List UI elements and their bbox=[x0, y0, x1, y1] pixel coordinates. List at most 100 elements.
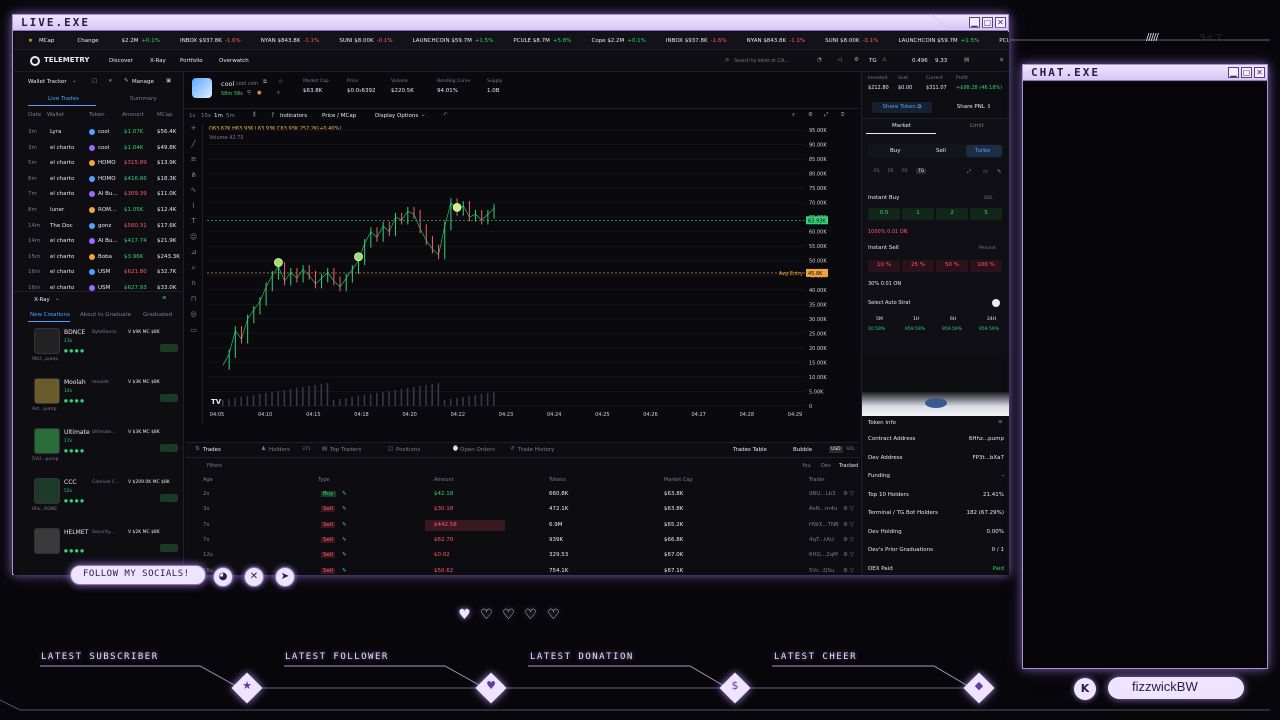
profile-icon[interactable]: ⍝ bbox=[1000, 57, 1003, 64]
nav-link-discover[interactable]: Discover bbox=[109, 58, 133, 64]
ticker-item[interactable]: MCap bbox=[39, 38, 67, 44]
ticker-item[interactable]: $2.2M +0.1% bbox=[121, 38, 170, 44]
search-input[interactable] bbox=[734, 55, 808, 67]
tab-graduated[interactable]: Graduated bbox=[143, 312, 172, 318]
wallet-row[interactable]: 14m el charto AI Bu... $417.74 $21.9K bbox=[14, 234, 184, 250]
crosshair-icon[interactable]: + bbox=[185, 124, 202, 140]
price-chart[interactable]: O63.67K H63.93K L63.93K C63.93K 257.2K(+… bbox=[205, 124, 860, 436]
eye-icon[interactable]: ◎ bbox=[185, 310, 202, 326]
bubble-button[interactable]: Bubble bbox=[793, 447, 812, 453]
filter-you[interactable]: You bbox=[802, 463, 811, 469]
trades-tab[interactable]: Trade History bbox=[518, 447, 554, 453]
indicators-button[interactable]: Indicators bbox=[280, 113, 307, 119]
edit-icon[interactable]: ✎ bbox=[342, 568, 347, 574]
wallet-row[interactable]: 6m el charto HOMO $416.86 $18.3K bbox=[14, 172, 184, 188]
period-label[interactable]: 1H bbox=[913, 317, 919, 322]
bell-icon[interactable]: ◔ bbox=[817, 57, 822, 63]
ticker-item[interactable]: NYAN $843.8K -1.1% bbox=[747, 38, 816, 44]
price-mcap-toggle[interactable]: Price / MCap bbox=[322, 113, 356, 119]
nav-link-portfolio[interactable]: Portfolio bbox=[180, 58, 203, 64]
candle-type-icon[interactable]: ⫼ bbox=[253, 112, 256, 119]
trades-tab[interactable]: Holders bbox=[269, 447, 290, 453]
sell-amount-button[interactable]: 10 % bbox=[868, 260, 900, 272]
ticker-item[interactable]: INBOX $937.8K -1.6% bbox=[180, 38, 251, 44]
tab-new-creations[interactable]: New Creations bbox=[30, 312, 70, 318]
interval-15s[interactable]: 15s bbox=[201, 113, 211, 119]
buy-amount-button[interactable]: 2 bbox=[936, 208, 968, 220]
close-icon[interactable]: ✕ bbox=[995, 17, 1006, 28]
currency-sol[interactable]: SOL bbox=[846, 447, 855, 452]
info-value[interactable]: FP3t...bXa7 bbox=[972, 455, 1004, 461]
minimize-icon[interactable]: ▁ bbox=[1228, 67, 1239, 78]
interval-5m[interactable]: 5m bbox=[226, 113, 235, 119]
ticker-item[interactable]: PCULE $8.7M+5.8% bbox=[513, 38, 581, 44]
filters-button[interactable]: Filters bbox=[207, 463, 222, 469]
text-icon[interactable]: T bbox=[185, 217, 202, 233]
trader-actions-icon[interactable]: ⚙ ▽ bbox=[843, 522, 854, 528]
interval-1s[interactable]: 1s bbox=[189, 113, 195, 119]
manage-button[interactable]: Manage bbox=[132, 79, 154, 85]
trades-table-button[interactable]: Trades Table bbox=[733, 447, 767, 453]
interval-1m[interactable]: 1m bbox=[214, 113, 223, 119]
star-icon[interactable]: ★ bbox=[28, 38, 33, 44]
xray-title[interactable]: X-Ray bbox=[34, 297, 50, 303]
minimize-icon[interactable]: ▁ bbox=[969, 17, 980, 28]
telegram-icon[interactable]: ➤ bbox=[275, 567, 295, 587]
ticker-item[interactable]: PCULE $8.7M+5.8% bbox=[999, 38, 1009, 44]
globe-icon[interactable]: ◉ bbox=[257, 90, 262, 96]
collapse-icon[interactable]: ▣ bbox=[166, 78, 171, 84]
ticker-item[interactable]: LAUNCHCOIN $59.7M +1.5% bbox=[413, 38, 504, 44]
settings-icon[interactable]: ⚙ bbox=[808, 112, 813, 118]
edit-icon[interactable]: ✎ bbox=[342, 522, 347, 528]
xray-item[interactable]: BDNCE ByteDance V $9K MC $8K 13s ● ● ● ● 9KU.… bbox=[14, 324, 184, 374]
xray-item[interactable]: Moolah moolah V $3K MC $8K 14s ● ● ● ● Ast...… bbox=[14, 374, 184, 424]
filter-icon[interactable]: ≡ bbox=[162, 295, 167, 301]
buy-amount-button[interactable]: 5 bbox=[970, 208, 1002, 220]
nav-link-xray[interactable]: X-Ray bbox=[150, 58, 166, 64]
trades-tab[interactable]: Open Orders bbox=[460, 447, 495, 453]
trades-tab[interactable]: Positions bbox=[396, 447, 420, 453]
buy-button[interactable] bbox=[160, 444, 178, 452]
nav-link-overwatch[interactable]: Overwatch bbox=[219, 58, 249, 64]
preset-tg[interactable]: TG bbox=[916, 169, 927, 174]
preset-p1[interactable]: P1 bbox=[874, 169, 880, 174]
buy-amount-button[interactable]: 0.5 bbox=[868, 208, 900, 220]
edit-icon[interactable]: ✎ bbox=[342, 491, 347, 497]
x-icon[interactable]: ✕ bbox=[244, 567, 264, 587]
tab-market[interactable]: Market bbox=[892, 123, 911, 129]
tab-about-to-graduate[interactable]: About to Graduate bbox=[80, 312, 131, 318]
wallet-row[interactable]: 16m el charto USM $621.80 $32.7K bbox=[14, 265, 184, 281]
wallet-row[interactable]: 16m el charto USM $627.93 $33.0K bbox=[14, 281, 184, 297]
trader-actions-icon[interactable]: ⚙ ▽ bbox=[843, 537, 854, 543]
trade-row[interactable]: 7s Sell ✎ $62.70 939K $66.8K 4qT...tAU ⚙ ▽ bbox=[185, 533, 860, 549]
trade-row[interactable]: 3s Sell ✎ $30.18 472.1K $63.8K AsN...m4u ⚙ ▽ bbox=[185, 502, 860, 518]
trade-row[interactable]: 2s Buy ✎ $42.18 660.8K $63.8K 9BU...Lb3 ⚙ ▽ bbox=[185, 487, 860, 503]
wallet-row[interactable]: 8m luner ROM... $1.05K $12.4K bbox=[14, 203, 184, 219]
wallet-row[interactable]: 3m el charto cool $1.04K $49.8K bbox=[14, 141, 184, 157]
trade-row[interactable]: 7s Sell ✎ $442.58 6.9M $65.2K HWX...TNB ⚙ ▽ bbox=[185, 518, 860, 534]
buy-button[interactable] bbox=[160, 394, 178, 402]
sound-icon[interactable]: ◁ bbox=[837, 57, 841, 63]
share-pnl-button[interactable]: Share PNL ⇪ bbox=[948, 102, 1000, 113]
discord-icon[interactable]: ◕ bbox=[213, 567, 233, 587]
ticker-item[interactable]: Change bbox=[77, 38, 111, 44]
ticker-item[interactable]: INBOX $937.8K -1.6% bbox=[666, 38, 737, 44]
wallet-square-icon[interactable]: ▢ bbox=[92, 78, 97, 84]
wallet-row[interactable]: 7m el charto AI Bu... $309.39 $11.0K bbox=[14, 187, 184, 203]
trade-row[interactable]: 12s Sell ✎ $0.02 329.53 $67.0K 6HG...2qM ⚙ ▽ bbox=[185, 548, 860, 564]
zoom-icon[interactable]: ⌕ bbox=[792, 112, 795, 119]
trade-marker[interactable] bbox=[354, 252, 363, 262]
chat-body[interactable] bbox=[1023, 82, 1267, 668]
ruler-icon[interactable]: ⊿ bbox=[185, 248, 202, 264]
buy-button[interactable] bbox=[160, 344, 178, 352]
fullscreen-icon[interactable]: ⤢ bbox=[824, 112, 828, 119]
wallet-row[interactable]: 14m The Doc gonz $560.31 $17.6K bbox=[14, 219, 184, 235]
period-label[interactable]: 6H bbox=[950, 317, 956, 322]
xray-item[interactable]: Ultimate Ultimate... V $3K MC $8K 17s ● ● ● … bbox=[14, 424, 184, 474]
preset-p2[interactable]: P2 bbox=[888, 169, 894, 174]
buy-amount-button[interactable]: 1 bbox=[902, 208, 934, 220]
xray-item[interactable]: CCC Carnival C... V $209.0K MC $8K 52s ● ● ●… bbox=[14, 474, 184, 524]
trades-tab[interactable]: Top Traders bbox=[330, 447, 361, 453]
mode-turbo[interactable]: Turbo bbox=[975, 148, 990, 154]
maximize-icon[interactable]: ▢ bbox=[982, 17, 993, 28]
